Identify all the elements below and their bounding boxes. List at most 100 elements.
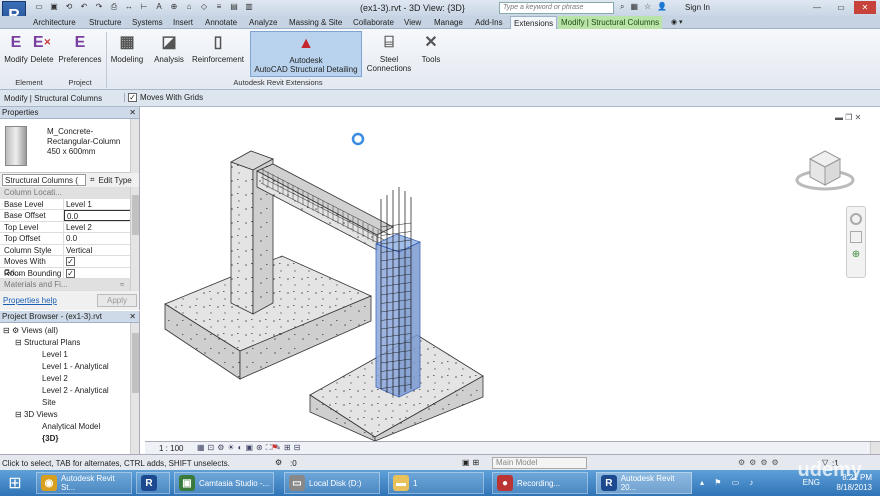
prop-value[interactable]: Level 2 <box>64 222 131 233</box>
type-scrollbar[interactable] <box>130 119 139 173</box>
user-icon[interactable]: 👤 <box>657 2 667 12</box>
tab-manage[interactable]: Manage <box>431 16 466 29</box>
scroll-thumb[interactable] <box>132 333 139 393</box>
moves-with-grids-option[interactable]: ✓ Moves With Grids <box>124 93 203 102</box>
measure-icon[interactable]: ↔ <box>124 2 134 12</box>
browser-scrollbar[interactable] <box>130 323 139 454</box>
minimize-button[interactable]: — <box>806 1 828 14</box>
steering-wheel-icon[interactable] <box>850 213 862 225</box>
worksets-icon[interactable]: ⚙ <box>275 458 282 467</box>
maximize-button[interactable]: ▭ <box>830 1 852 14</box>
type-selector-preview[interactable]: M_Concrete- Rectangular-Column 450 x 600… <box>0 119 139 173</box>
modeling-button[interactable]: ▦ Modeling <box>108 31 146 64</box>
steel-connections-button[interactable]: ⌸ Steel Connections <box>366 31 412 73</box>
text-icon[interactable]: ⊕ <box>169 2 179 12</box>
moves-with-grids-prop-checkbox[interactable]: ✓ <box>66 257 75 266</box>
taskbar-item[interactable]: ◉ Autodesk Revit St... <box>36 472 132 494</box>
close-icon[interactable]: ✕ <box>129 311 136 323</box>
prop-value-editing[interactable]: 0.0 <box>64 210 131 221</box>
design-options-icons[interactable]: ▣⊞ <box>462 458 482 467</box>
zoom-icon[interactable] <box>850 231 862 243</box>
column-right-selected[interactable] <box>374 187 422 398</box>
properties-help-link[interactable]: Properties help <box>3 296 57 305</box>
edit-type-button[interactable]: Edit Type <box>99 176 132 185</box>
tree-item-site[interactable]: Site <box>42 398 56 407</box>
prop-value[interactable]: 0.0 <box>64 233 131 244</box>
sign-in-link[interactable]: Sign In <box>685 3 710 12</box>
tray-icons[interactable]: ▴ ⚑ ▭ ♪ <box>700 478 757 487</box>
section-icon[interactable]: ◇ <box>199 2 209 12</box>
close-button[interactable]: ✕ <box>854 1 876 14</box>
view-scale[interactable]: 1 : 100 <box>159 444 183 453</box>
star-icon[interactable]: ☆ <box>644 2 651 12</box>
edit-type-icon[interactable]: ⌗ <box>90 175 95 185</box>
tree-node-structural-plans[interactable]: ⊟ Structural Plans <box>15 338 80 347</box>
viewcube[interactable] <box>795 150 855 191</box>
tag-icon[interactable]: A <box>154 2 164 12</box>
sync-icon[interactable]: ⟲ <box>64 2 74 12</box>
tree-item-analytical-model[interactable]: Analytical Model <box>42 422 100 431</box>
preferences-button[interactable]: E Preferences <box>58 31 102 64</box>
tab-analyze[interactable]: Analyze <box>246 16 280 29</box>
properties-scrollbar[interactable] <box>130 187 139 291</box>
tab-annotate[interactable]: Annotate <box>202 16 240 29</box>
tools-button[interactable]: ✕ Tools <box>416 31 446 64</box>
view-window-controls-icon[interactable]: ▬ ❐ ✕ <box>835 113 861 122</box>
tab-systems[interactable]: Systems <box>129 16 166 29</box>
beam[interactable] <box>256 163 394 251</box>
tab-modify-structural-columns[interactable]: Modify | Structural Columns <box>558 16 663 29</box>
help-search-input[interactable]: Type a keyword or phrase <box>499 2 614 14</box>
crop-icon[interactable]: ⚑ <box>271 443 278 452</box>
apply-button[interactable]: Apply <box>97 293 137 307</box>
instance-filter-dropdown[interactable]: Structural Columns ( <box>2 174 86 186</box>
tree-item-level-1[interactable]: Level 1 <box>42 350 68 359</box>
print-icon[interactable]: ⎙ <box>109 2 119 12</box>
zoom-extents-icon[interactable]: ⊕ <box>850 249 862 261</box>
tree-item-3d[interactable]: {3D} <box>42 434 58 443</box>
tab-massing-site[interactable]: Massing & Site <box>286 16 345 29</box>
tab-add-ins[interactable]: Add-Ins <box>472 16 506 29</box>
save-icon[interactable]: ▣ <box>49 2 59 12</box>
delete-button[interactable]: E ✕ Delete <box>30 31 54 64</box>
default-3d-view-icon[interactable]: ⌂ <box>184 2 194 12</box>
tab-collaborate[interactable]: Collaborate <box>350 16 397 29</box>
taskbar-item[interactable]: R <box>136 472 170 494</box>
modify-button[interactable]: E Modify <box>2 31 30 64</box>
prop-value[interactable]: Vertical <box>64 245 131 256</box>
taskbar-item[interactable]: ▬ 1 <box>388 472 484 494</box>
redo-icon[interactable]: ↷ <box>94 2 104 12</box>
taskbar-item[interactable]: ▭ Local Disk (D:) <box>284 472 380 494</box>
tree-item-level-1-analytical[interactable]: Level 1 - Analytical <box>42 362 109 371</box>
tree-item-level-2[interactable]: Level 2 <box>42 374 68 383</box>
tree-item-level-2-analytical[interactable]: Level 2 - Analytical <box>42 386 109 395</box>
room-bounding-checkbox[interactable]: ✓ <box>66 268 75 278</box>
search-icon[interactable]: ⌕ <box>620 2 624 12</box>
switch-windows-icon[interactable]: ▥ <box>244 2 254 12</box>
autocad-structural-detailing-button[interactable]: ▲ Autodesk AutoCAD Structural Detailing <box>250 31 362 77</box>
close-hidden-icon[interactable]: ▤ <box>229 2 239 12</box>
tree-node-views[interactable]: ⊟ ⚙ Views (all) <box>3 326 58 335</box>
model-dropdown[interactable]: Main Model <box>492 457 587 469</box>
selection-toggle-icons[interactable]: ⚙⚙⚙⚙ <box>738 458 783 467</box>
analysis-button[interactable]: ◪ Analysis <box>150 31 188 64</box>
start-button[interactable]: ⊞ <box>2 473 28 493</box>
scroll-thumb[interactable] <box>132 195 139 235</box>
align-dimension-icon[interactable]: ⊢ <box>139 2 149 12</box>
undo-icon[interactable]: ↶ <box>79 2 89 12</box>
taskbar-item-active[interactable]: R Autodesk Revit 20... <box>596 472 692 494</box>
3d-view-canvas[interactable]: ▬ ❐ ✕ ⊕ <box>145 107 880 442</box>
ribbon-minimize-icon[interactable]: ◉ ▾ <box>668 16 686 29</box>
tab-structure[interactable]: Structure <box>86 16 124 29</box>
moves-with-grids-checkbox[interactable]: ✓ <box>128 93 137 102</box>
prop-value[interactable]: Level 1 <box>64 199 131 210</box>
taskbar-item[interactable]: ● Recording... <box>492 472 588 494</box>
thin-lines-icon[interactable]: ≡ <box>214 2 224 12</box>
reinforcement-button[interactable]: ▯ Reinforcement <box>190 31 246 64</box>
collapse-icon[interactable]: ≈ <box>120 279 124 290</box>
tab-view[interactable]: View <box>401 16 424 29</box>
close-icon[interactable]: ✕ <box>129 107 136 119</box>
view-control-icons[interactable]: ▦⊡⚙☀◐▣⊛⛶✎⊞⊟ <box>197 443 303 453</box>
open-icon[interactable]: ▭ <box>34 2 44 12</box>
tab-extensions[interactable]: Extensions <box>510 16 558 29</box>
tab-insert[interactable]: Insert <box>170 16 196 29</box>
